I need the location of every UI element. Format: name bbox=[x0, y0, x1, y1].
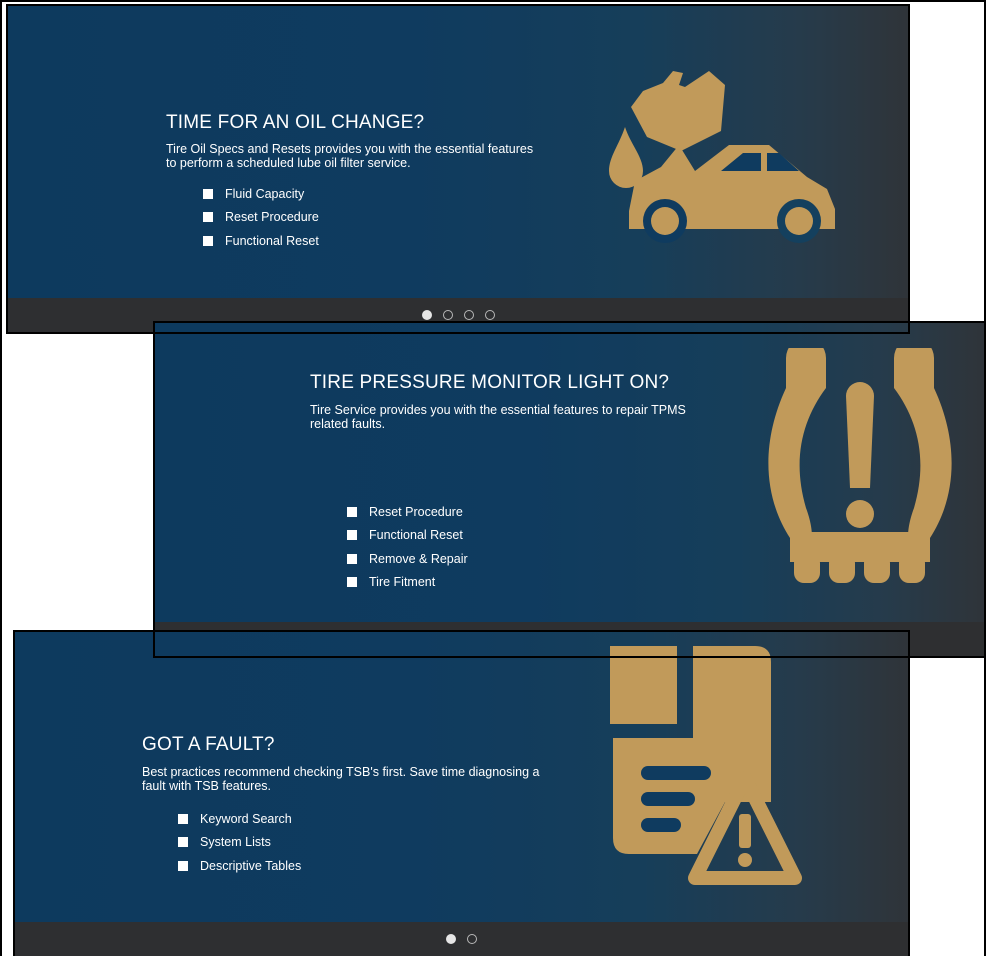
outer-frame bbox=[0, 0, 986, 956]
